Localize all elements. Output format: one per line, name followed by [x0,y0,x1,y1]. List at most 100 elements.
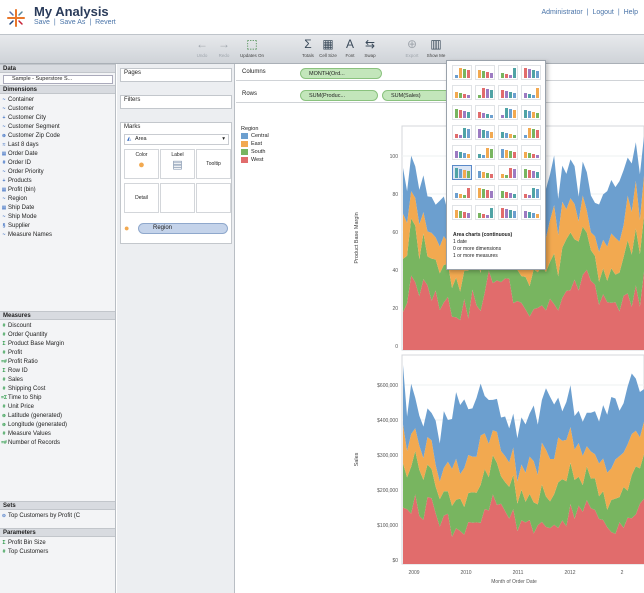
field-discount[interactable]: # Discount [0,322,116,331]
field-top-customers-by-profit-c[interactable]: ⊙ Top Customers by Profit (C [0,512,116,521]
field-order-id[interactable]: # Order ID [0,159,116,168]
label-button[interactable]: Label ▤ [160,149,195,179]
region-color-pill[interactable]: Region [138,223,228,234]
field-sales[interactable]: # Sales [0,376,116,385]
pages-shelf[interactable]: Pages [120,68,232,82]
redo-button[interactable]: → Redo [212,37,236,63]
field-order-quantity[interactable]: # Order Quantity [0,331,116,340]
chart-type-thumbnail-icon[interactable] [452,165,472,180]
help-link[interactable]: Help [624,9,638,16]
save-as-link[interactable]: Save As [60,19,86,26]
export-button[interactable]: ⊕ Export [400,37,424,63]
columns-pill[interactable]: MONTH(Ord... [300,68,382,79]
chart-type-thumbnail-icon[interactable] [521,85,541,100]
filters-shelf[interactable]: Filters [120,95,232,109]
field-customer-zip-code[interactable]: ⊕ Customer Zip Code [0,132,116,141]
rows-shelf[interactable]: Rows SUM(Produc... SUM(Sales) [236,88,644,103]
chart-type-thumbnail-icon[interactable] [498,145,518,160]
chart-type-thumbnail-icon[interactable] [475,105,495,120]
chart-type-thumbnail-icon[interactable] [452,105,472,120]
chart-type-thumbnail-icon[interactable] [498,165,518,180]
empty-mark-slot[interactable] [160,183,195,213]
field-customer-city[interactable]: + Customer City [0,114,116,123]
updates-button[interactable]: ⬚ Updates On [236,37,268,63]
swap-button[interactable]: ⇆ Swap [358,37,382,63]
field-supplier[interactable]: § Supplier [0,222,116,231]
chart-type-thumbnail-icon[interactable] [498,205,518,220]
field-product-base-margin[interactable]: Σ Product Base Margin [0,340,116,349]
rows-pill-sales[interactable]: SUM(Sales) [382,90,456,101]
chart-type-thumbnail-icon[interactable] [498,105,518,120]
save-link[interactable]: Save [34,19,50,26]
legend-item-central[interactable]: Central [241,132,301,140]
tooltip-button[interactable]: Tooltip [196,149,231,179]
field-time-to-ship[interactable]: =ΣTime to Ship [0,394,116,403]
field-customer[interactable]: ~ Customer [0,105,116,114]
chart-type-thumbnail-icon[interactable] [521,205,541,220]
chart-type-thumbnail-icon[interactable] [452,125,472,140]
field-longitude-generated[interactable]: ⊕ Longitude (generated) [0,421,116,430]
field-shipping-cost[interactable]: # Shipping Cost [0,385,116,394]
revert-link[interactable]: Revert [95,19,116,26]
field-measure-names[interactable]: ~ Measure Names [0,231,116,240]
chart-type-thumbnail-icon[interactable] [521,65,541,80]
field-profit-bin[interactable]: ▦ Profit (bin) [0,186,116,195]
field-type-icon: ~ [2,124,6,130]
chart-type-thumbnail-icon[interactable] [521,185,541,200]
field-last-8-days[interactable]: ≈ Last 8 days [0,141,116,150]
field-row-id[interactable]: Σ Row ID [0,367,116,376]
field-products[interactable]: + Products [0,177,116,186]
chart-type-thumbnail-icon[interactable] [452,65,472,80]
field-profit-bin-size[interactable]: Σ Profit Bin Size [0,539,116,548]
field-number-of-records[interactable]: =#Number of Records [0,439,116,448]
chart-type-thumbnail-icon[interactable] [498,185,518,200]
legend-item-south[interactable]: South [241,148,301,156]
cell-size-button[interactable]: ▦ Cell Size [316,37,340,63]
field-order-priority[interactable]: ~ Order Priority [0,168,116,177]
chart-type-thumbnail-icon[interactable] [475,165,495,180]
chart-type-thumbnail-icon[interactable] [475,85,495,100]
chart-type-thumbnail-icon[interactable] [475,125,495,140]
field-customer-segment[interactable]: ~ Customer Segment [0,123,116,132]
chart-type-thumbnail-icon[interactable] [498,85,518,100]
chart-type-thumbnail-icon[interactable] [521,125,541,140]
undo-button[interactable]: ← Undo [190,37,214,63]
field-measure-values[interactable]: # Measure Values [0,430,116,439]
field-ship-mode[interactable]: ~ Ship Mode [0,213,116,222]
chart-type-thumbnail-icon[interactable] [521,145,541,160]
color-button[interactable]: Color ● [124,149,159,179]
chart-type-thumbnail-icon[interactable] [475,205,495,220]
chart-type-thumbnail-icon[interactable] [452,185,472,200]
field-region[interactable]: ~ Region [0,195,116,204]
chart-type-thumbnail-icon[interactable] [498,125,518,140]
chart-type-thumbnail-icon[interactable] [475,185,495,200]
chart-type-thumbnail-icon[interactable] [452,145,472,160]
field-ship-date[interactable]: ▦ Ship Date [0,204,116,213]
legend-item-east[interactable]: East [241,140,301,148]
datasource-select[interactable]: Sample - Superstore S... [3,75,113,84]
chart-type-thumbnail-icon[interactable] [498,65,518,80]
chart-type-thumbnail-icon[interactable] [521,165,541,180]
x-tick-label: 2011 [513,570,524,576]
field-latitude-generated[interactable]: ⊕ Latitude (generated) [0,412,116,421]
chart-type-thumbnail-icon[interactable] [475,65,495,80]
field-unit-price[interactable]: # Unit Price [0,403,116,412]
administrator-link[interactable]: Administrator [541,9,582,16]
chart-type-thumbnail-icon[interactable] [521,105,541,120]
show-me-button[interactable]: ▥ Show Me [424,37,448,63]
legend-item-west[interactable]: West [241,156,301,164]
field-profit[interactable]: # Profit [0,349,116,358]
rows-pill-product-base-margin[interactable]: SUM(Produc... [300,90,378,101]
chart-type-thumbnail-icon[interactable] [452,205,472,220]
empty-mark-slot[interactable] [196,183,231,213]
logout-link[interactable]: Logout [592,9,613,16]
field-profit-ratio[interactable]: =#Profit Ratio [0,358,116,367]
chart-type-thumbnail-icon[interactable] [452,85,472,100]
columns-shelf[interactable]: Columns MONTH(Ord... [236,66,644,81]
detail-button[interactable]: Detail [124,183,159,213]
field-top-customers[interactable]: # Top Customers [0,548,116,557]
chart-type-thumbnail-icon[interactable] [475,145,495,160]
field-container[interactable]: ~ Container [0,96,116,105]
field-order-date[interactable]: ▦ Order Date [0,150,116,159]
mark-type-select[interactable]: ◭ Area ▾ [124,134,229,145]
